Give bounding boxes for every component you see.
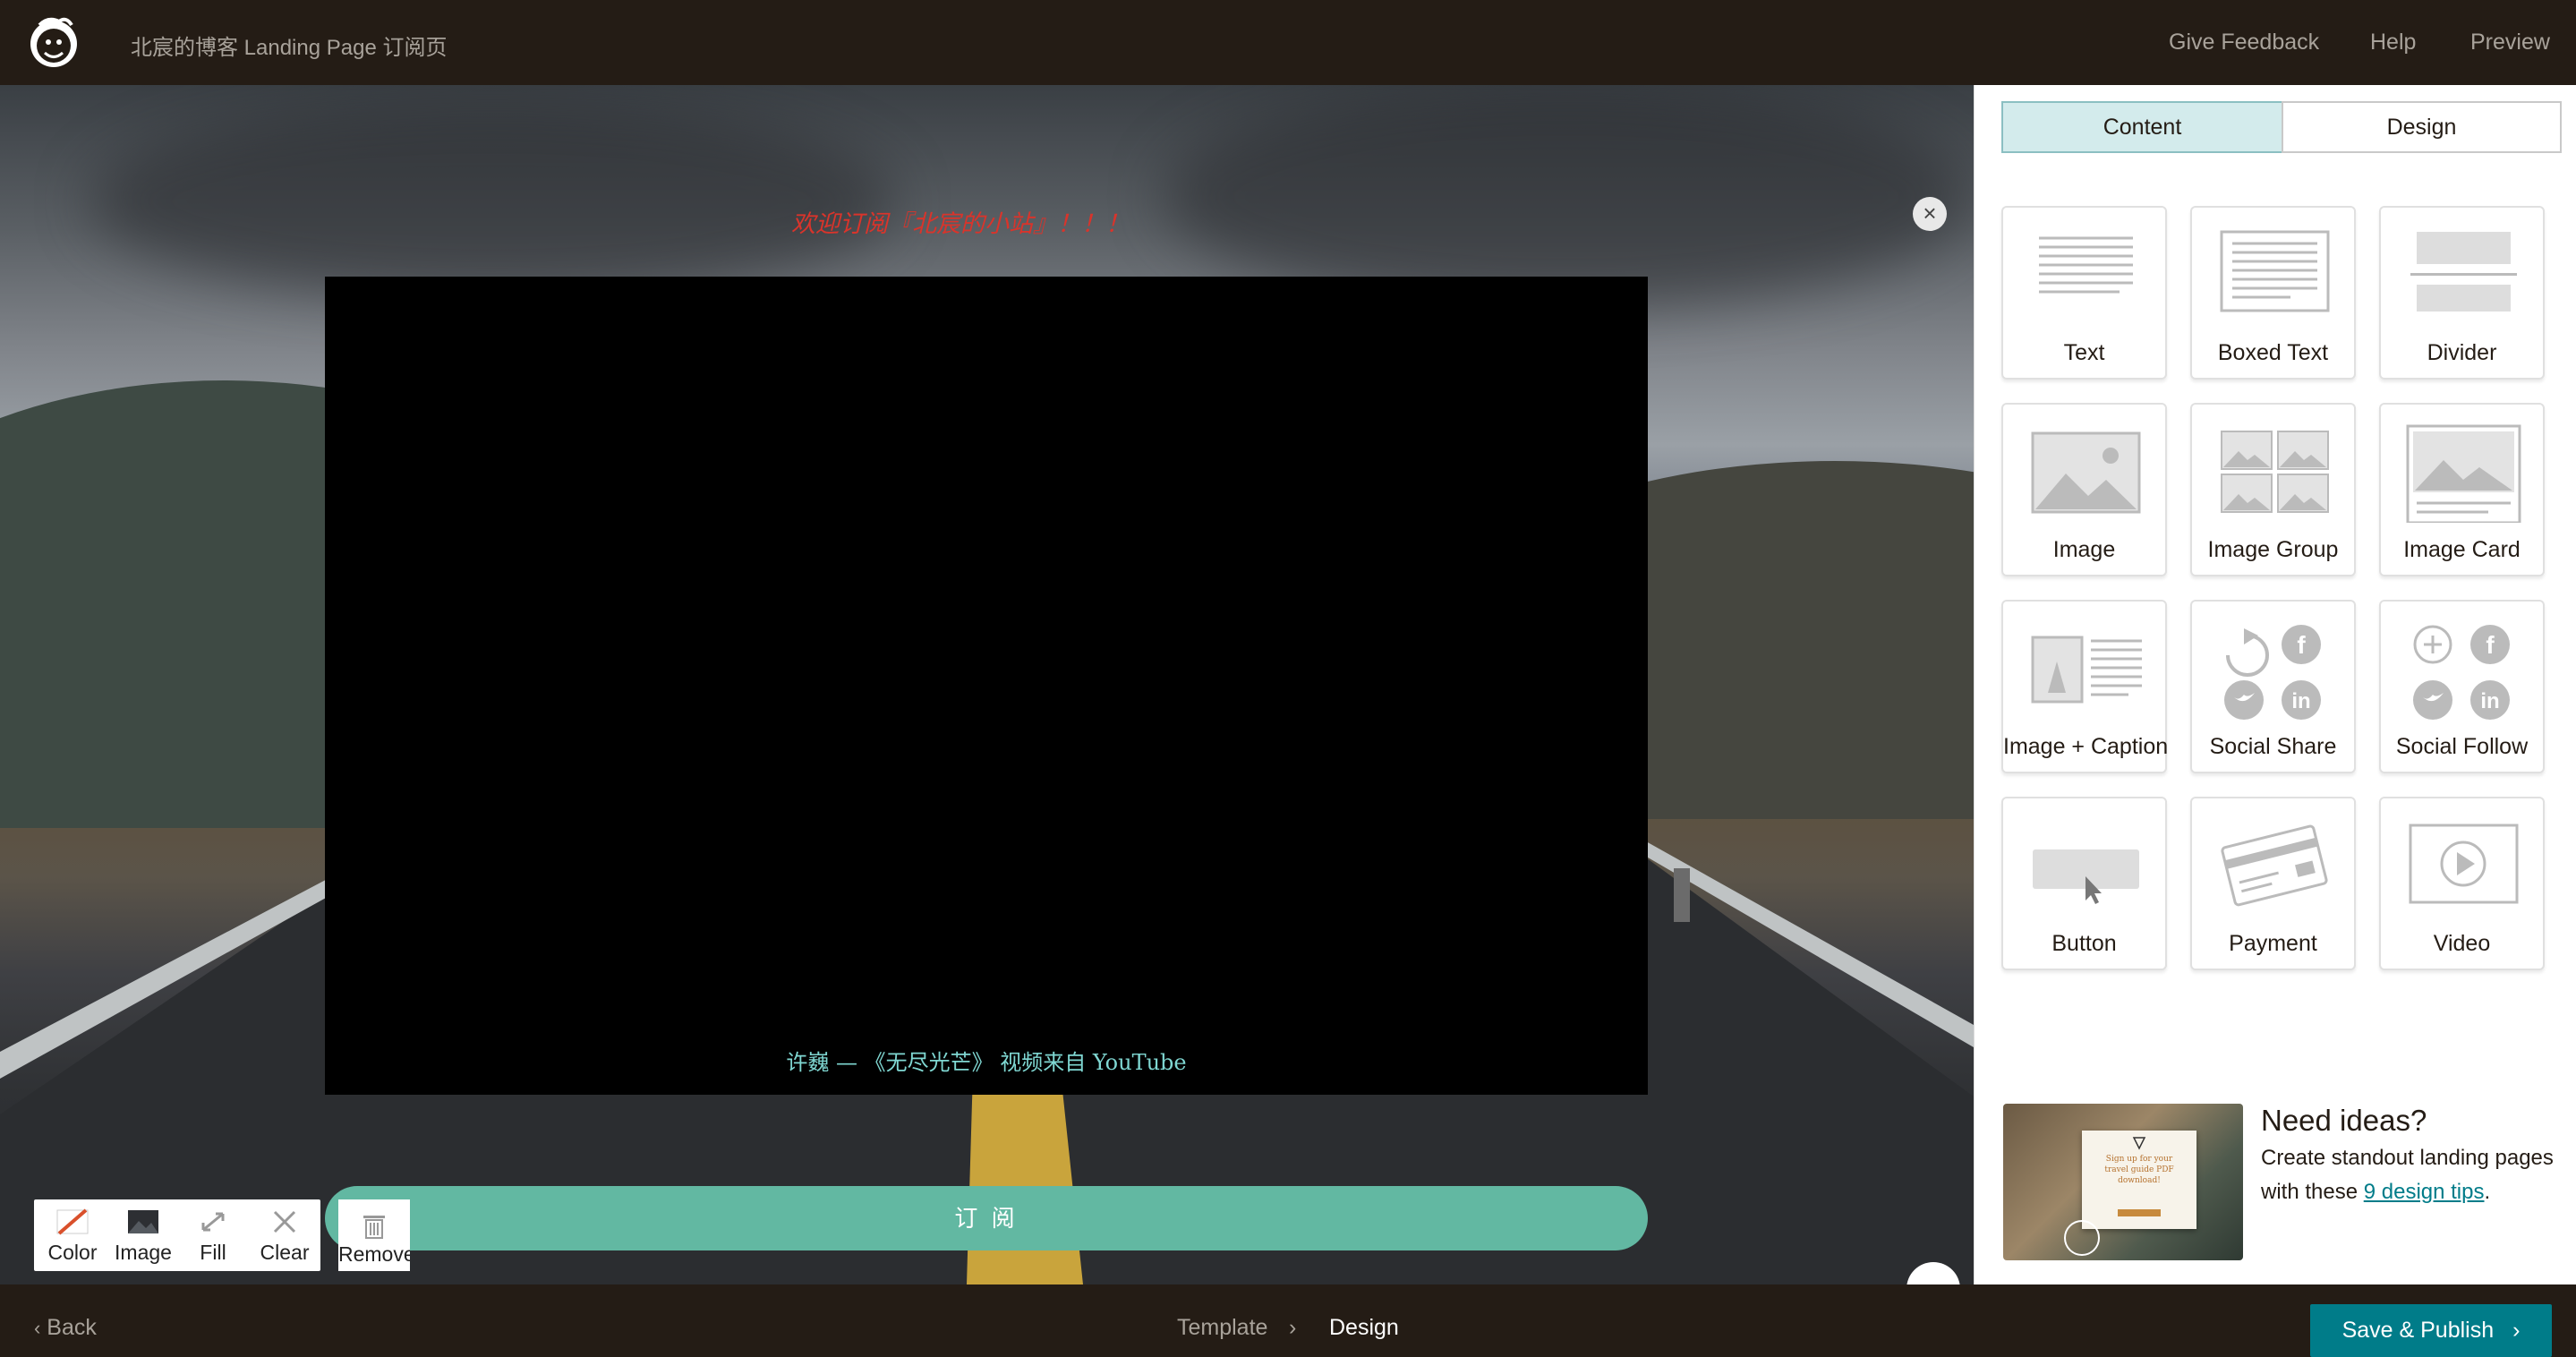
svg-text:in: in — [2480, 689, 2499, 713]
tile-label: Button — [2051, 931, 2117, 956]
tile-label: Social Share — [2209, 734, 2337, 759]
button-block-icon — [2033, 849, 2139, 904]
fill-tool-label: Fill — [200, 1241, 226, 1264]
svg-text:f: f — [2486, 631, 2495, 659]
text-block-icon — [2039, 236, 2133, 294]
save-publish-button[interactable]: Save & Publish › — [2310, 1304, 2552, 1357]
remove-tool[interactable]: Remove — [338, 1199, 410, 1271]
ideas-tail: . — [2484, 1180, 2491, 1204]
image-thumb-icon — [128, 1210, 158, 1233]
tile-label: Image Group — [2207, 537, 2339, 562]
payment-icon — [2221, 824, 2328, 907]
page-title: 北宸的博客 Landing Page 订阅页 — [131, 36, 448, 60]
chevron-right-icon: › — [1289, 1315, 1297, 1340]
chevron-left-icon: ‹ — [34, 1317, 41, 1339]
ideas-thumbnail[interactable]: Sign up for your travel guide PDF downlo… — [2003, 1104, 2243, 1260]
divider-icon — [2410, 232, 2517, 312]
trash-icon — [363, 1216, 385, 1239]
fill-arrows-icon — [201, 1212, 225, 1232]
button-block-tile[interactable]: Button — [2001, 797, 2167, 970]
save-publish-label: Save & Publish — [2341, 1318, 2495, 1343]
social-follow-tile[interactable]: f in Social Follow — [2379, 600, 2545, 773]
tab-content[interactable]: Content — [2001, 101, 2283, 153]
color-slash-icon — [56, 1208, 89, 1235]
play-ring-icon — [2064, 1220, 2100, 1256]
clear-tool[interactable]: Clear — [253, 1199, 316, 1271]
ideas-card-preview: Sign up for your travel guide PDF downlo… — [2082, 1131, 2196, 1229]
fill-tool[interactable]: Fill — [186, 1199, 240, 1271]
content-panel: Content Design Text Boxed Text Divider I… — [1974, 85, 2576, 1284]
tile-label: Boxed Text — [2217, 340, 2329, 365]
tile-label: Video — [2433, 931, 2491, 956]
image-card-icon — [2406, 424, 2521, 523]
svg-text:f: f — [2297, 631, 2306, 659]
payment-tile[interactable]: Payment — [2190, 797, 2356, 970]
image-card-tile[interactable]: Image Card — [2379, 403, 2545, 576]
image-tool-label: Image — [115, 1241, 172, 1264]
video-icon — [2409, 824, 2519, 904]
image-tool[interactable]: Image — [107, 1199, 179, 1271]
social-share-tile[interactable]: f in Social Share — [2190, 600, 2356, 773]
give-feedback-link[interactable]: Give Feedback — [2169, 30, 2319, 55]
text-block-tile[interactable]: Text — [2001, 206, 2167, 380]
video-tile[interactable]: Video — [2379, 797, 2545, 970]
image-icon — [2031, 431, 2141, 514]
tile-label: Social Follow — [2395, 734, 2529, 759]
help-link[interactable]: Help — [2370, 30, 2416, 55]
boxed-text-icon — [2220, 230, 2330, 312]
top-bar: 北宸的博客 Landing Page 订阅页 Give Feedback Hel… — [0, 0, 2576, 85]
chevron-right-icon: › — [2512, 1318, 2521, 1343]
tile-label: Image Card — [2403, 537, 2521, 562]
image-caption-icon — [2031, 636, 2142, 704]
boxed-text-tile[interactable]: Boxed Text — [2190, 206, 2356, 380]
image-caption-tile[interactable]: Image + Caption — [2001, 600, 2169, 773]
image-group-tile[interactable]: Image Group — [2190, 403, 2356, 576]
ideas-card-text: Sign up for your travel guide PDF downlo… — [2104, 1155, 2174, 1185]
tile-label: Payment — [2229, 931, 2317, 956]
ideas-title: Need ideas? — [2261, 1104, 2427, 1137]
subscribe-button[interactable]: 订 阅 — [325, 1186, 1648, 1250]
breadcrumb-design: Design — [1329, 1315, 1399, 1340]
back-label: Back — [47, 1315, 97, 1340]
video-block[interactable]: 许巍 — 《无尽光芒》 视频来自 YouTube — [325, 277, 1648, 1095]
image-tile[interactable]: Image — [2001, 403, 2167, 576]
close-icon[interactable]: × — [1913, 197, 1947, 231]
back-button[interactable]: ‹ Back — [34, 1315, 97, 1341]
landing-page-canvas[interactable]: × 欢迎订阅『北宸的小站』！！！ 许巍 — 《无尽光芒》 视频来自 YouTub… — [0, 85, 1974, 1284]
color-tool[interactable]: Color — [41, 1199, 104, 1271]
tile-label: Divider — [2427, 340, 2497, 365]
social-follow-icon: f in — [2413, 625, 2510, 720]
ideas-text: Create standout landing pages with these… — [2261, 1141, 2556, 1209]
design-tips-link[interactable]: 9 design tips — [2364, 1180, 2485, 1204]
welcome-heading[interactable]: 欢迎订阅『北宸的小站』！！！ — [791, 204, 1130, 239]
freddie-logo-icon[interactable] — [27, 14, 81, 70]
breadcrumb-template[interactable]: Template — [1177, 1315, 1267, 1341]
image-group-icon — [2221, 431, 2329, 513]
tile-label: Image + Caption — [2003, 734, 2169, 759]
bottom-bar: ‹ Back Template › Design Save & Publish … — [0, 1284, 2576, 1357]
tile-label: Text — [2063, 340, 2105, 365]
color-tool-label: Color — [47, 1241, 98, 1264]
video-caption[interactable]: 许巍 — 《无尽光芒》 视频来自 YouTube — [325, 1045, 1648, 1076]
social-share-icon: f in — [2224, 625, 2321, 720]
remove-tool-label: Remove — [338, 1242, 410, 1266]
svg-text:in: in — [2291, 689, 2310, 713]
divider-tile[interactable]: Divider — [2379, 206, 2545, 380]
preview-link[interactable]: Preview — [2470, 30, 2550, 55]
tab-design[interactable]: Design — [2282, 101, 2562, 153]
background-toolbar: Color Image Fill Clear — [34, 1199, 320, 1271]
clear-x-icon — [273, 1210, 296, 1233]
clear-tool-label: Clear — [260, 1241, 310, 1264]
tile-label: Image — [2052, 537, 2116, 562]
